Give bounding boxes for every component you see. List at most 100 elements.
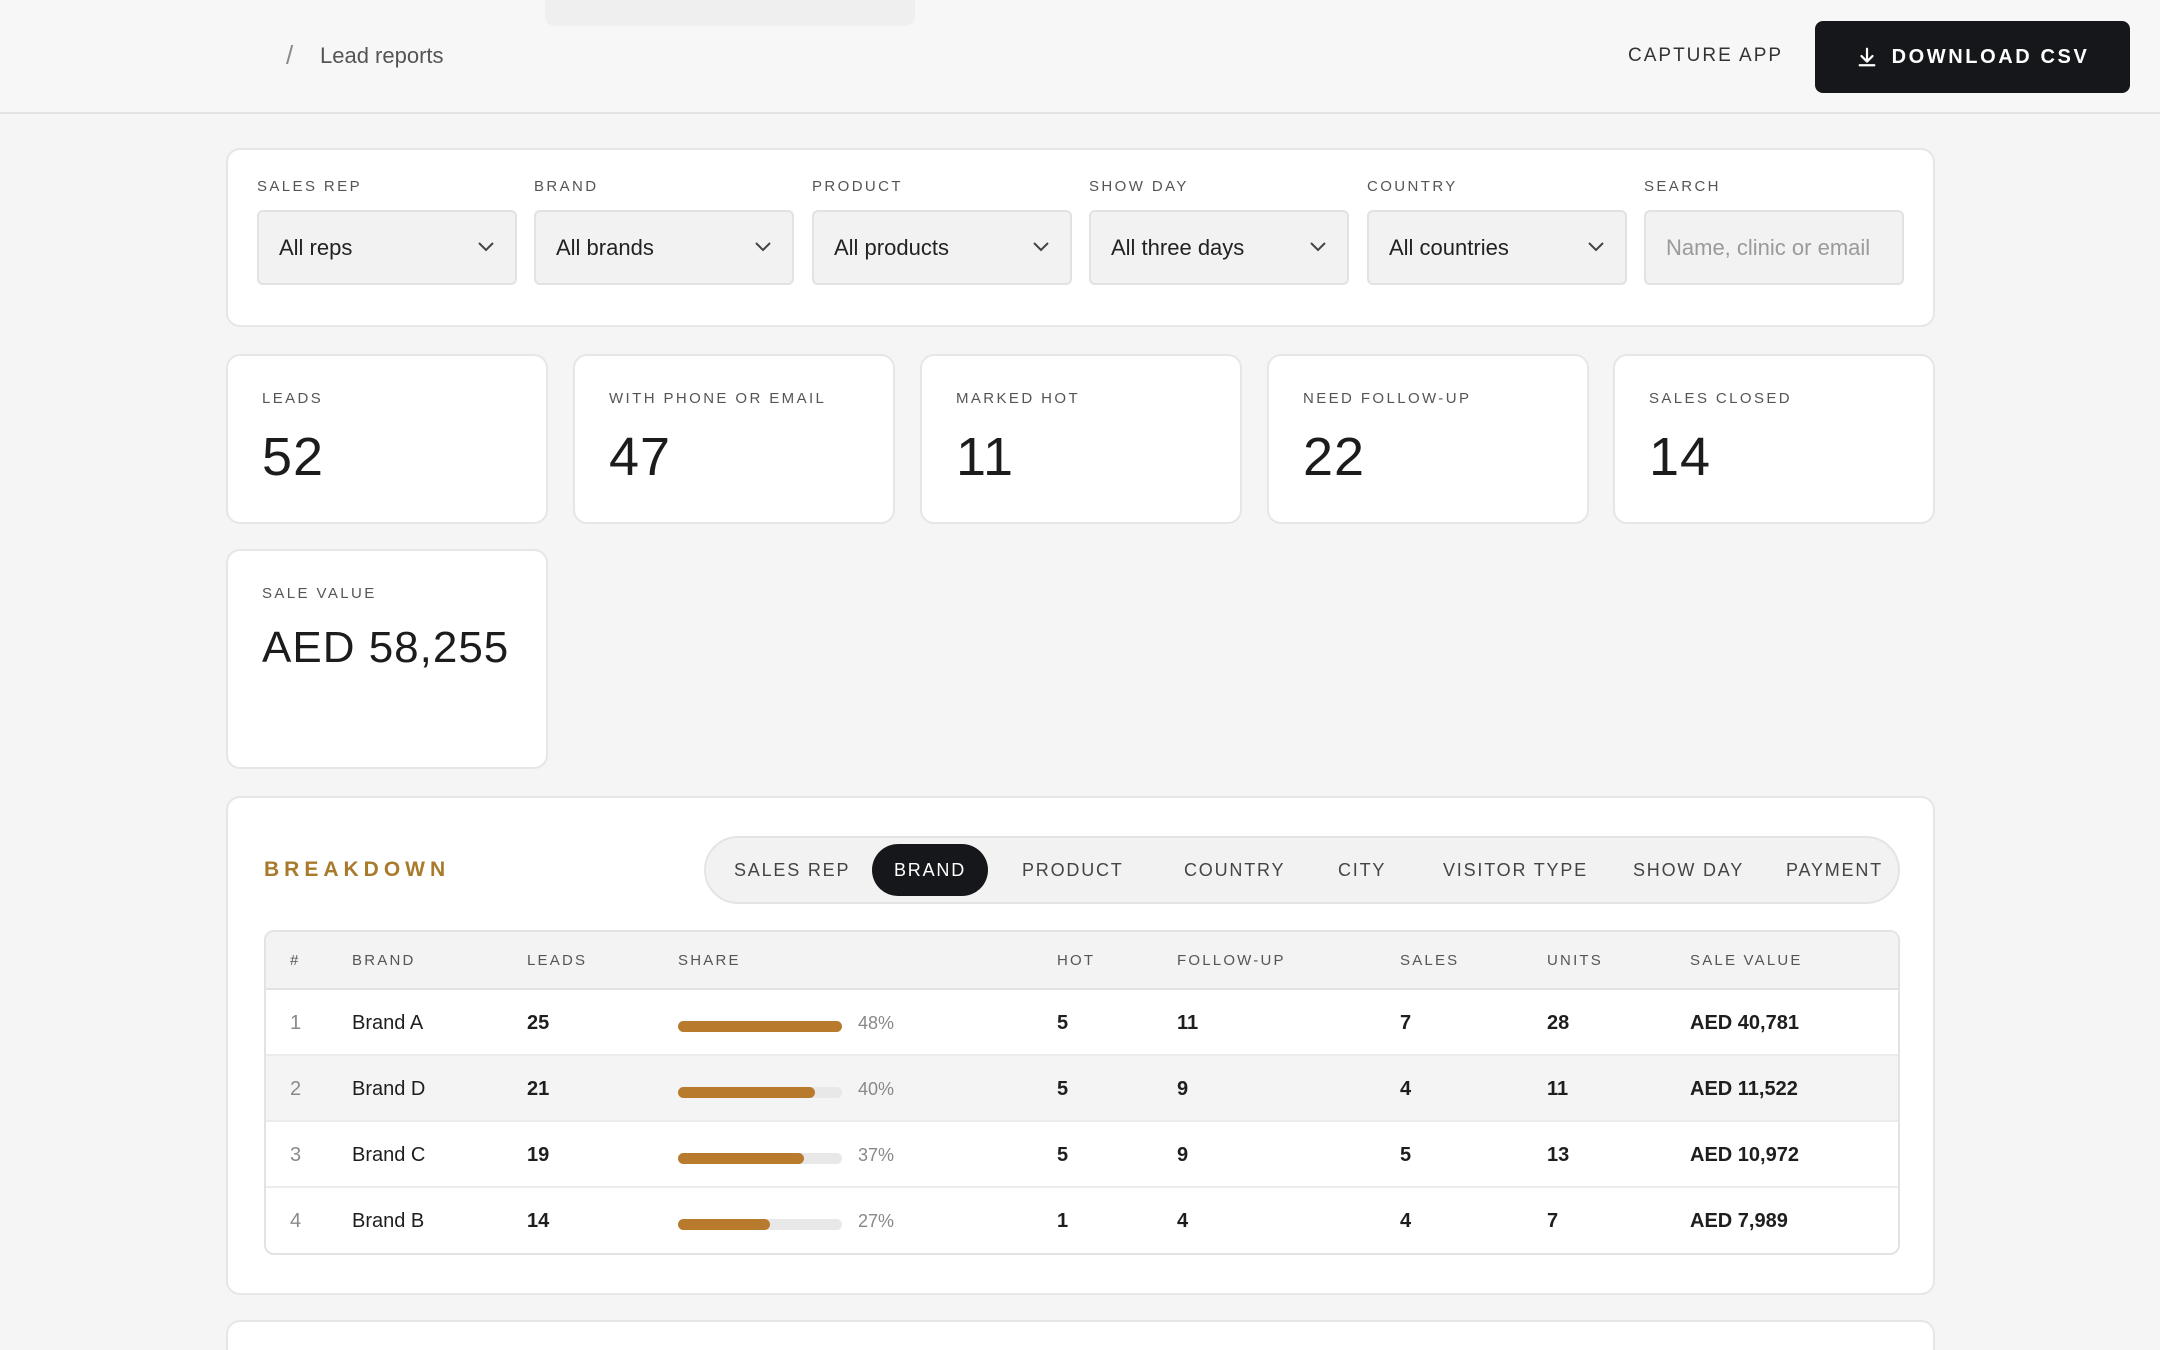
- capture-app-link[interactable]: CAPTURE APP: [1628, 45, 1783, 67]
- tab-country[interactable]: COUNTRY: [1162, 844, 1307, 896]
- row-hot: 5: [1057, 1078, 1069, 1100]
- col-hot[interactable]: HOT: [1057, 952, 1095, 969]
- stat-card-followup: NEED FOLLOW-UP 22: [1267, 354, 1589, 524]
- row-hot: 5: [1057, 1012, 1069, 1034]
- stat-value: 22: [1303, 427, 1366, 487]
- stat-card-leads: LEADS 52: [226, 354, 548, 524]
- country-select[interactable]: All countries: [1367, 210, 1627, 285]
- row-followup: 11: [1177, 1012, 1199, 1034]
- row-sale-value: AED 7,989: [1690, 1210, 1788, 1232]
- share-percent: 37%: [858, 1145, 895, 1165]
- row-leads: 25: [527, 1012, 550, 1034]
- col-sale-value[interactable]: SALE VALUE: [1690, 952, 1803, 969]
- share-bar: [678, 1153, 842, 1164]
- row-brand: Brand C: [352, 1144, 426, 1166]
- share-percent: 40%: [858, 1079, 895, 1099]
- stat-label: WITH PHONE OR EMAIL: [609, 390, 827, 407]
- tab-payment[interactable]: PAYMENT: [1764, 844, 1905, 896]
- top-bar: / Lead reports CAPTURE APP DOWNLOAD CSV: [0, 0, 2160, 114]
- table-row[interactable]: 3 Brand C 19 5 9 5 13 AED 10,972 37%: [266, 1122, 1898, 1188]
- tab-visitor-type[interactable]: VISITOR TYPE: [1421, 844, 1610, 896]
- row-units: 11: [1547, 1078, 1569, 1100]
- col-sales[interactable]: SALES: [1400, 952, 1459, 969]
- share-bar-fill: [678, 1087, 815, 1098]
- col-units[interactable]: UNITS: [1547, 952, 1603, 969]
- tab-brand[interactable]: BRAND: [872, 844, 989, 896]
- stat-label: NEED FOLLOW-UP: [1303, 390, 1472, 407]
- row-units: 7: [1547, 1210, 1559, 1232]
- filter-search: SEARCH Name, clinic or email: [1644, 178, 1904, 285]
- row-leads: 19: [527, 1144, 550, 1166]
- chevron-down-icon: [1033, 242, 1049, 252]
- row-leads: 21: [527, 1078, 550, 1100]
- stat-card-sales: SALES CLOSED 14: [1613, 354, 1935, 524]
- filter-label: PRODUCT: [812, 178, 903, 195]
- sales-rep-select[interactable]: All reps: [257, 210, 517, 285]
- filter-brand: BRAND All brands: [534, 178, 794, 285]
- select-value: All countries: [1389, 234, 1509, 260]
- tab-show-day[interactable]: SHOW DAY: [1611, 844, 1766, 896]
- share-bar: [678, 1021, 842, 1032]
- chevron-down-icon: [1588, 242, 1604, 252]
- tab-product[interactable]: PRODUCT: [1000, 844, 1146, 896]
- row-sales: 4: [1400, 1210, 1412, 1232]
- row-sale-value: AED 40,781: [1690, 1012, 1799, 1034]
- chevron-down-icon: [755, 242, 771, 252]
- col-followup[interactable]: FOLLOW-UP: [1177, 952, 1286, 969]
- row-brand: Brand D: [352, 1078, 426, 1100]
- filter-sales-rep: SALES REP All reps: [257, 178, 517, 285]
- filter-label: SHOW DAY: [1089, 178, 1189, 195]
- row-sales: 7: [1400, 1012, 1412, 1034]
- stat-card-hot: MARKED HOT 11: [920, 354, 1242, 524]
- tab-sales-rep[interactable]: SALES REP: [712, 844, 872, 896]
- row-hot: 1: [1057, 1210, 1069, 1232]
- row-sale-value: AED 10,972: [1690, 1144, 1799, 1166]
- col-brand[interactable]: BRAND: [352, 952, 416, 969]
- select-value: All brands: [556, 234, 654, 260]
- stat-value: 11: [956, 427, 1015, 487]
- row-followup: 9: [1177, 1144, 1189, 1166]
- row-followup: 9: [1177, 1078, 1189, 1100]
- filter-show-day: SHOW DAY All three days: [1089, 178, 1349, 285]
- breakdown-title: BREAKDOWN: [264, 858, 451, 881]
- row-index: 3: [290, 1144, 302, 1166]
- select-value: All reps: [279, 234, 353, 260]
- breakdown-tabs: SALES REP BRAND PRODUCT COUNTRY CITY VIS…: [704, 836, 1900, 904]
- header-ghost-tab: [545, 0, 915, 26]
- select-value: All three days: [1111, 234, 1245, 260]
- breakdown-card: BREAKDOWN SALES REP BRAND PRODUCT COUNTR…: [226, 796, 1935, 1295]
- download-csv-button[interactable]: DOWNLOAD CSV: [1815, 21, 2130, 93]
- filter-country: COUNTRY All countries: [1367, 178, 1627, 285]
- col-leads[interactable]: LEADS: [527, 952, 587, 969]
- share-percent: 27%: [858, 1211, 895, 1231]
- row-units: 28: [1547, 1012, 1570, 1034]
- stat-label: SALES CLOSED: [1649, 390, 1793, 407]
- table-row[interactable]: 2 Brand D 21 5 9 4 11 AED 11,522 40%: [266, 1056, 1898, 1122]
- col-index: #: [290, 952, 301, 969]
- download-csv-label: DOWNLOAD CSV: [1891, 45, 2090, 68]
- col-share[interactable]: SHARE: [678, 952, 741, 969]
- filter-product: PRODUCT All products: [812, 178, 1072, 285]
- brand-select[interactable]: All brands: [534, 210, 794, 285]
- share-bar: [678, 1219, 842, 1230]
- row-sales: 4: [1400, 1078, 1412, 1100]
- breakdown-table: # BRAND LEADS SHARE HOT FOLLOW-UP SALES …: [264, 930, 1900, 1255]
- share-bar-fill: [678, 1021, 842, 1032]
- table-row[interactable]: 1 Brand A 25 5 11 7 28 AED 40,781 48%: [266, 990, 1898, 1056]
- search-input[interactable]: Name, clinic or email: [1644, 210, 1904, 285]
- stat-value: 14: [1649, 427, 1712, 487]
- breadcrumb-current[interactable]: Lead reports: [320, 43, 444, 69]
- row-leads: 14: [527, 1210, 550, 1232]
- show-day-select[interactable]: All three days: [1089, 210, 1349, 285]
- tab-city[interactable]: CITY: [1316, 844, 1408, 896]
- stat-label: LEADS: [262, 390, 324, 407]
- product-select[interactable]: All products: [812, 210, 1072, 285]
- row-sales: 5: [1400, 1144, 1412, 1166]
- row-followup: 4: [1177, 1210, 1189, 1232]
- stat-value: 47: [609, 427, 672, 487]
- table-row[interactable]: 4 Brand B 14 1 4 4 7 AED 7,989 27%: [266, 1188, 1898, 1253]
- share-bar-fill: [678, 1219, 771, 1230]
- row-index: 1: [290, 1012, 302, 1034]
- chevron-down-icon: [478, 242, 494, 252]
- filter-label: SEARCH: [1644, 178, 1721, 195]
